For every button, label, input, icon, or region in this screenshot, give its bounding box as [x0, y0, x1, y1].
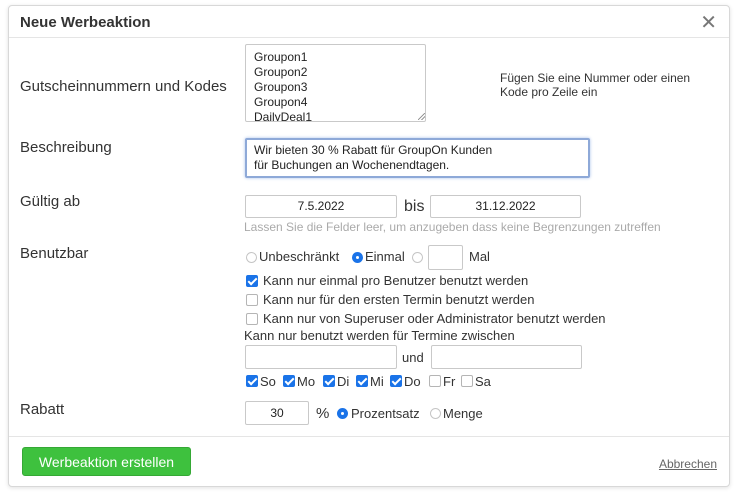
dialog-title: Neue Werbeaktion: [20, 14, 151, 31]
radio-percent[interactable]: [337, 408, 348, 419]
codes-textarea[interactable]: Groupon1 Groupon2 Groupon3 Groupon4 Dail…: [245, 44, 426, 122]
checkbox-day-do[interactable]: [390, 375, 402, 387]
times-label: Mal: [469, 249, 490, 264]
checkbox-day-so[interactable]: [246, 375, 258, 387]
dialog-header: Neue Werbeaktion ✕: [9, 6, 729, 38]
option-once-per-user-label: Kann nur einmal pro Benutzer benutzt wer…: [263, 273, 529, 288]
percent-unit: %: [316, 405, 330, 422]
promotion-dialog: Neue Werbeaktion ✕ Gutscheinnummern und …: [8, 5, 730, 487]
checkbox-admin-only[interactable]: [246, 313, 258, 325]
day-fr-label: Fr: [443, 374, 456, 389]
close-icon[interactable]: ✕: [700, 10, 717, 35]
radio-amount[interactable]: [430, 408, 441, 419]
resize-handle-icon[interactable]: [418, 113, 425, 120]
option-admin-only-label: Kann nur von Superuser oder Administrato…: [263, 311, 606, 326]
day-di-label: Di: [337, 374, 350, 389]
radio-unlimited-label: Unbeschränkt: [259, 249, 340, 264]
checkbox-first-appointment[interactable]: [246, 294, 258, 306]
description-textarea[interactable]: Wir bieten 30 % Rabatt für GroupOn Kunde…: [245, 138, 590, 178]
valid-hint: Lassen Sie die Felder leer, um anzugeben…: [244, 220, 661, 234]
between-from-input[interactable]: [245, 345, 397, 369]
day-do-label: Do: [404, 374, 421, 389]
create-promotion-button[interactable]: Werbeaktion erstellen: [22, 447, 191, 476]
valid-from-input[interactable]: 7.5.2022: [245, 195, 397, 218]
discount-input[interactable]: 30: [245, 401, 309, 425]
checkbox-day-mi[interactable]: [356, 375, 368, 387]
usable-label: Benutzbar: [20, 245, 89, 262]
checkbox-once-per-user[interactable]: [246, 275, 258, 287]
valid-to-input[interactable]: 31.12.2022: [430, 195, 581, 218]
valid-from-label: Gültig ab: [20, 193, 81, 210]
day-mi-label: Mi: [370, 374, 384, 389]
radio-times[interactable]: [412, 252, 423, 263]
day-mo-label: Mo: [297, 374, 316, 389]
checkbox-day-sa[interactable]: [461, 375, 473, 387]
day-so-label: So: [260, 374, 276, 389]
times-input[interactable]: [428, 245, 463, 270]
radio-once-label: Einmal: [365, 249, 405, 264]
codes-label: Gutscheinnummern und Kodes: [20, 78, 227, 95]
codes-hint: Fügen Sie eine Nummer oder einen Kode pr…: [500, 71, 691, 99]
radio-percent-label: Prozentsatz: [351, 406, 420, 421]
checkbox-day-mo[interactable]: [283, 375, 295, 387]
description-label: Beschreibung: [20, 139, 112, 156]
radio-unlimited[interactable]: [246, 252, 257, 263]
and-label: und: [402, 350, 424, 365]
cancel-link[interactable]: Abbrechen: [659, 457, 717, 471]
between-label: Kann nur benutzt werden für Termine zwis…: [244, 328, 515, 343]
checkbox-day-fr[interactable]: [429, 375, 441, 387]
day-sa-label: Sa: [475, 374, 491, 389]
discount-label: Rabatt: [20, 401, 65, 418]
between-to-input[interactable]: [431, 345, 582, 369]
option-first-appointment-label: Kann nur für den ersten Termin benutzt w…: [263, 292, 535, 307]
radio-once[interactable]: [352, 252, 363, 263]
valid-to-label: bis: [404, 198, 425, 215]
checkbox-day-di[interactable]: [323, 375, 335, 387]
radio-amount-label: Menge: [443, 406, 483, 421]
dialog-footer: Werbeaktion erstellen Abbrechen: [9, 436, 729, 487]
